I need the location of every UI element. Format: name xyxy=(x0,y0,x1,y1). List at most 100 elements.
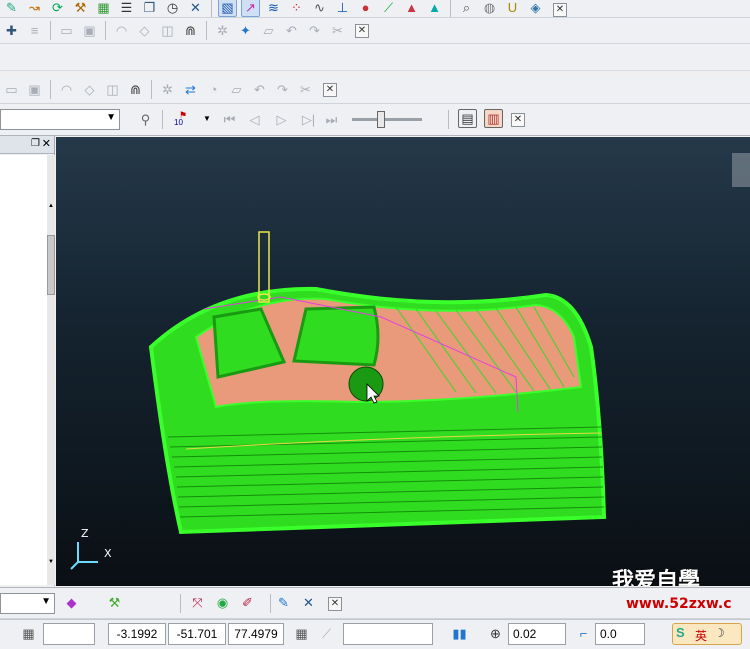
shape-icon[interactable]: ▲ xyxy=(425,0,444,17)
z-coordinate[interactable]: 77.4979 xyxy=(228,623,284,645)
surface-icon[interactable]: ▧ xyxy=(218,0,237,17)
last-icon[interactable]: ⏭ xyxy=(322,110,341,129)
redo-icon[interactable]: ↷ xyxy=(273,80,292,99)
open-icon[interactable]: ▭ xyxy=(57,21,76,40)
x-coordinate[interactable]: -3.1992 xyxy=(108,623,166,645)
explorer-tree[interactable] xyxy=(0,155,47,585)
close-icon[interactable]: ✕ xyxy=(42,137,51,150)
gear-icon[interactable]: ✲ xyxy=(213,21,232,40)
scroll-up-icon[interactable]: ▲ xyxy=(47,203,55,209)
scissors-icon[interactable]: ✂ xyxy=(296,80,315,99)
hammer-icon[interactable]: ⚒ xyxy=(105,593,124,612)
undo-icon[interactable]: ↶ xyxy=(282,21,301,40)
gear-icon[interactable]: ✲ xyxy=(158,80,177,99)
cross-tool-icon[interactable]: ✕ xyxy=(299,593,318,612)
first-icon[interactable]: ⏮ xyxy=(220,110,239,129)
explorer-scrollbar[interactable]: ▲ ▼ xyxy=(47,155,55,585)
toolbar-close-button[interactable]: ✕ xyxy=(323,82,337,97)
u-icon[interactable]: U xyxy=(503,0,522,17)
next-icon[interactable]: ▷| xyxy=(299,110,318,129)
selection-dropdown[interactable]: ▼ xyxy=(0,109,120,130)
axis-icon[interactable]: ⊥ xyxy=(333,0,352,17)
save-icon[interactable]: ▣ xyxy=(80,21,99,40)
stack-icon[interactable]: ◈ xyxy=(526,0,545,17)
copy-icon[interactable]: ❐ xyxy=(140,0,159,17)
redo-icon[interactable]: ↷ xyxy=(305,21,324,40)
ball-icon[interactable]: ● xyxy=(356,0,375,17)
pin-icon[interactable]: ⚲ xyxy=(136,110,155,129)
scroll-thumb[interactable] xyxy=(47,235,55,295)
offset-field[interactable]: 0.0 xyxy=(595,623,645,645)
wave-icon[interactable]: ≋ xyxy=(264,0,283,17)
toolbar-close-button[interactable]: ✕ xyxy=(553,3,567,17)
swap-icon[interactable]: ⇄ xyxy=(181,80,200,99)
arch-icon[interactable]: ⋒ xyxy=(126,80,145,99)
separator xyxy=(50,80,51,99)
clock-icon[interactable]: ◷ xyxy=(163,0,182,17)
playback-slider[interactable] xyxy=(352,111,422,128)
arch-icon[interactable]: ⋒ xyxy=(181,21,200,40)
pen-icon[interactable]: ✎ xyxy=(274,593,293,612)
snap-icon[interactable]: ▦ xyxy=(292,624,311,643)
prev-icon[interactable]: ◁ xyxy=(245,110,264,129)
layers-icon[interactable]: ◫ xyxy=(158,21,177,40)
path-icon[interactable]: ⟳ xyxy=(48,0,67,17)
model-view xyxy=(70,153,750,570)
offset-icon[interactable]: ⌐ xyxy=(574,624,593,643)
star-icon[interactable]: ✦ xyxy=(236,21,255,40)
zoom-icon[interactable]: ⌕ xyxy=(457,0,476,17)
open-icon[interactable]: ▭ xyxy=(2,80,21,99)
restore-icon[interactable]: ❐ xyxy=(31,138,40,149)
tolerance-field[interactable]: 0.02 xyxy=(508,623,566,645)
probe-icon[interactable]: ◍ xyxy=(480,0,499,17)
list-icon[interactable]: ☰ xyxy=(117,0,136,17)
scroll-down-icon[interactable]: ▼ xyxy=(47,559,55,565)
separator xyxy=(206,21,207,40)
curve-icon[interactable]: ↝ xyxy=(25,0,44,17)
panel-b-icon[interactable]: ▥ xyxy=(484,109,503,128)
crosshair-icon[interactable]: ⊕ xyxy=(486,624,505,643)
step-button[interactable]: 10 ⚑ xyxy=(172,110,194,130)
move-icon[interactable]: ⤧ xyxy=(188,593,207,612)
play-icon[interactable]: ▷ xyxy=(272,110,291,129)
paint-icon[interactable]: ✐ xyxy=(238,593,257,612)
edit-curve-icon[interactable]: ↗ xyxy=(241,0,260,17)
link-icon[interactable]: ∿ xyxy=(310,0,329,17)
toolbar-close-button[interactable]: ✕ xyxy=(355,23,369,38)
timer-icon[interactable]: ◔ xyxy=(204,80,223,99)
scissors-icon[interactable]: ✂ xyxy=(328,21,347,40)
eraser-icon[interactable]: ▱ xyxy=(259,21,278,40)
viewport[interactable]: Z X 我爱自學 xyxy=(56,137,750,586)
mesh-icon[interactable]: ▲ xyxy=(402,0,421,17)
curve-a-icon[interactable]: ◠ xyxy=(57,80,76,99)
layer-icon[interactable]: ▦ xyxy=(94,0,113,17)
workplane-icon[interactable]: ⟋ xyxy=(317,624,336,643)
slider-thumb[interactable] xyxy=(376,111,385,128)
units-icon[interactable]: ▮▮ xyxy=(450,624,469,643)
points-icon[interactable]: ⁘ xyxy=(287,0,306,17)
curve-b-icon[interactable]: ◇ xyxy=(135,21,154,40)
curve-a-icon[interactable]: ◠ xyxy=(112,21,131,40)
watermark-url: www.52zxw.c xyxy=(626,596,732,612)
save-icon[interactable]: ▣ xyxy=(25,80,44,99)
toolbar-close-button[interactable]: ✕ xyxy=(328,597,342,611)
panel-a-icon[interactable]: ▤ xyxy=(458,109,477,128)
mode-dropdown[interactable]: ▼ xyxy=(0,593,55,614)
undo-icon[interactable]: ↶ xyxy=(250,80,269,99)
eraser-icon[interactable]: ▱ xyxy=(227,80,246,99)
toolbar-close-button[interactable]: ✕ xyxy=(511,113,525,127)
slope-icon[interactable]: ⟋ xyxy=(379,0,398,17)
stripes-icon[interactable]: ≡ xyxy=(25,21,44,40)
curve-b-icon[interactable]: ◇ xyxy=(80,80,99,99)
sketch-icon[interactable]: ✎ xyxy=(2,0,21,17)
plus-icon[interactable]: ✚ xyxy=(2,21,21,40)
step-dropdown-icon[interactable]: ▼ xyxy=(203,114,211,123)
grid-icon[interactable]: ▦ xyxy=(19,624,38,643)
target-icon[interactable]: ◉ xyxy=(213,593,232,612)
ime-badge[interactable]: S 英 ☽ xyxy=(672,623,742,645)
cross-icon[interactable]: ✕ xyxy=(186,0,205,17)
tool-icon[interactable]: ⚒ xyxy=(71,0,90,17)
box-icon[interactable]: ◆ xyxy=(62,593,81,612)
y-coordinate[interactable]: -51.701 xyxy=(168,623,226,645)
layers-icon[interactable]: ◫ xyxy=(103,80,122,99)
